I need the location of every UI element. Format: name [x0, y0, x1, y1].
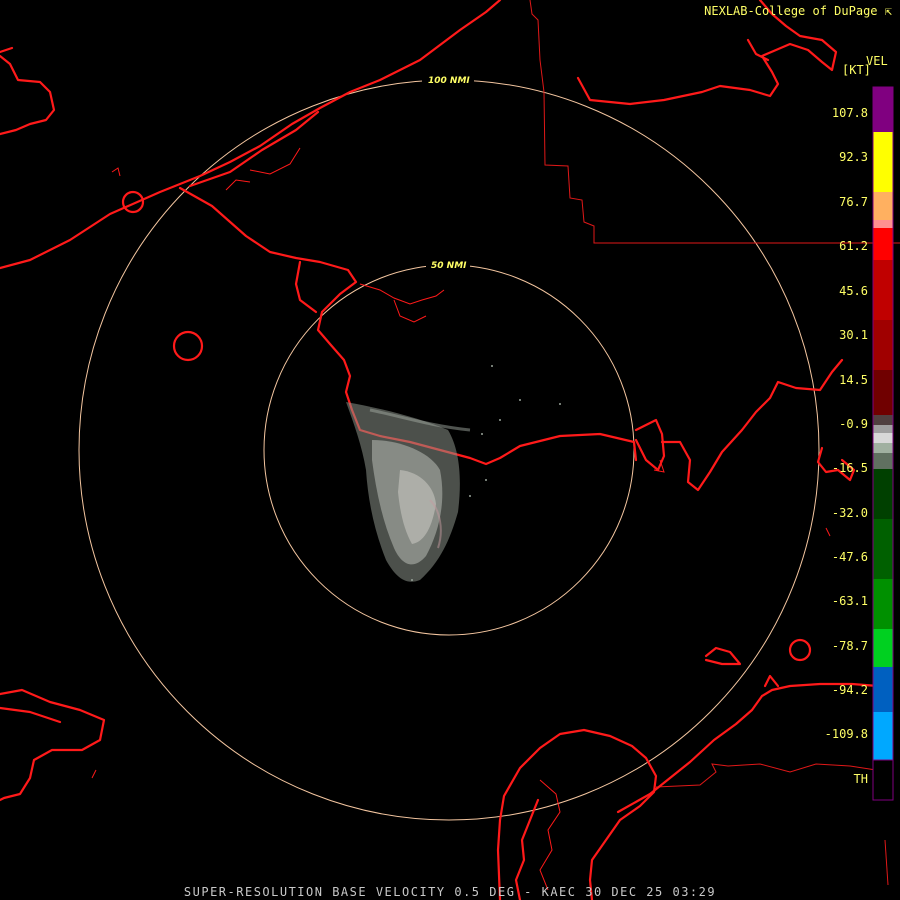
- scale-label: -47.6: [831, 550, 868, 564]
- scale-label: -16.5: [831, 461, 868, 475]
- scale-label: 92.3: [839, 150, 868, 164]
- velocity-color-scale: [872, 86, 894, 801]
- scale-label: 45.6: [839, 284, 868, 298]
- velocity-echo: [346, 365, 561, 582]
- scale-label: -78.7: [831, 639, 868, 653]
- scale-label: -94.2: [831, 683, 868, 697]
- unit-label: [KT]: [842, 63, 871, 77]
- scale-label: 76.7: [839, 195, 868, 209]
- scale-label: TH: [853, 772, 868, 786]
- scale-label: 61.2: [839, 239, 868, 253]
- county-borders: [529, 0, 900, 886]
- radar-display: 50 NMI 100 NMI NEXLAB-College of DuPage …: [0, 0, 900, 900]
- scale-label: 30.1: [839, 328, 868, 342]
- ring-label-100: 100 NMI: [428, 76, 470, 86]
- scale-label: 14.5: [839, 373, 868, 387]
- scale-label: -0.9: [839, 417, 868, 431]
- scale-label: -32.0: [831, 506, 868, 520]
- credit-text: NEXLAB-College of DuPage ⇱: [704, 4, 892, 18]
- scale-label: -109.8: [824, 727, 868, 741]
- scale-label: -63.1: [831, 594, 868, 608]
- radar-map: 50 NMI 100 NMI: [0, 0, 900, 900]
- product-footer: SUPER-RESOLUTION BASE VELOCITY 0.5 DEG -…: [183, 885, 717, 899]
- ring-label-50: 50 NMI: [431, 261, 467, 271]
- scale-label: 107.8: [831, 106, 868, 120]
- link-icon[interactable]: ⇱: [885, 4, 892, 18]
